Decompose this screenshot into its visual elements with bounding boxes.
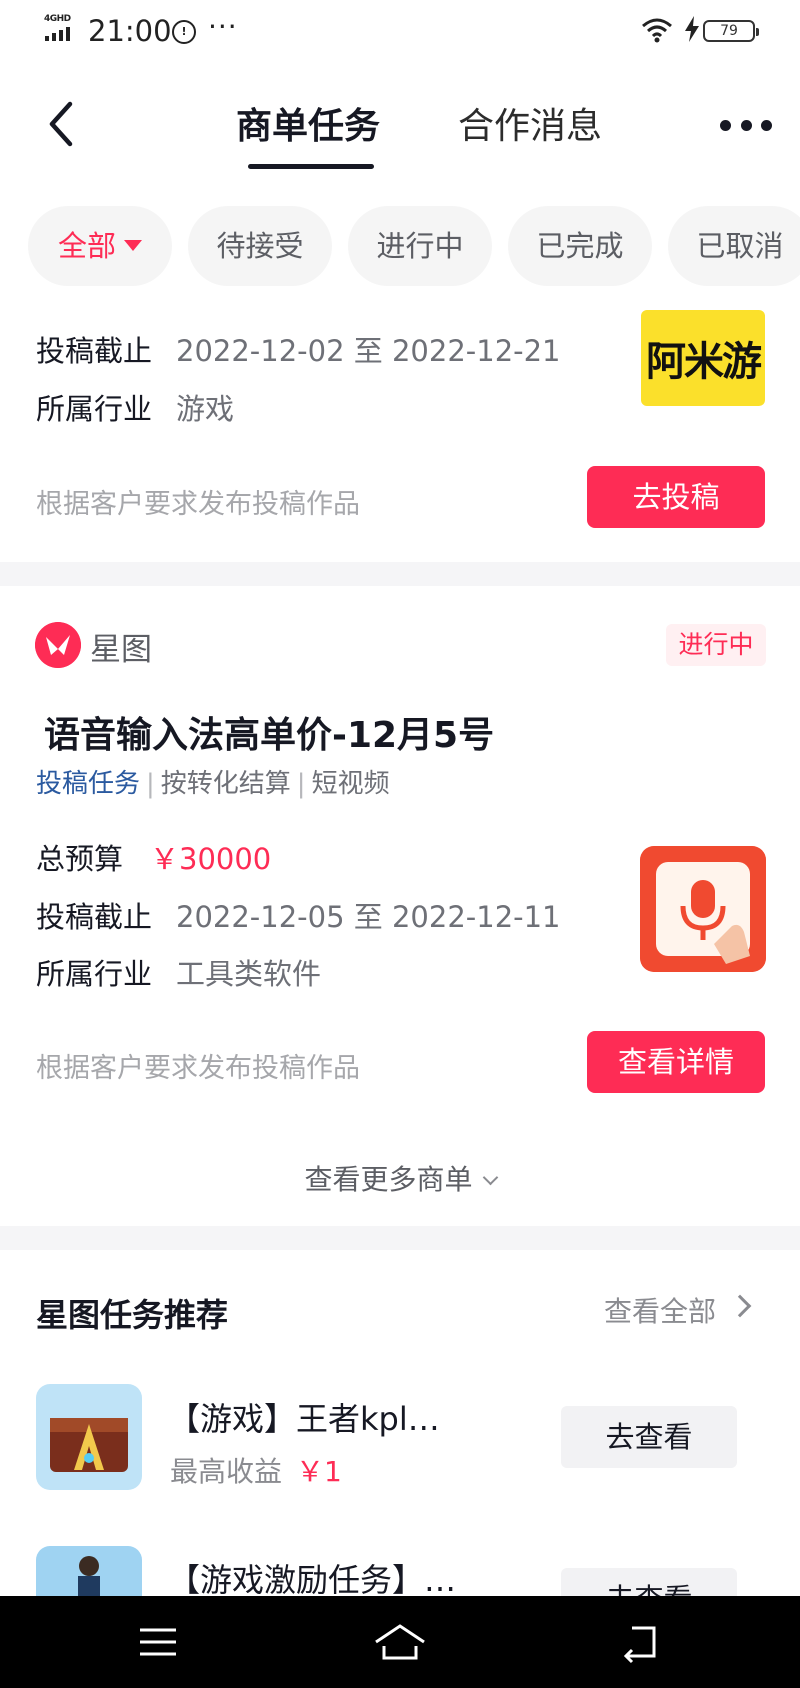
view-all-link[interactable]: 查看全部	[604, 1290, 716, 1330]
status-more-indicator: ···	[208, 10, 238, 43]
rec-item-name: 【游戏激励任务】…	[168, 1561, 457, 1599]
circle-notification-icon: !	[172, 20, 196, 44]
system-navigation-bar	[0, 1596, 800, 1688]
back-arrow-icon[interactable]	[40, 96, 84, 152]
filter-completed[interactable]: 已完成	[508, 206, 652, 286]
game-chest-app-icon	[36, 1384, 142, 1490]
industry-value: 工具类软件	[176, 957, 322, 991]
top-navigation: 商单任务 合作消息	[0, 80, 800, 180]
brand-name: 星图	[90, 632, 152, 668]
view-details-button[interactable]: 查看详情	[587, 1031, 765, 1093]
back-icon[interactable]	[614, 1616, 670, 1668]
submit-button[interactable]: 去投稿	[587, 466, 765, 528]
filter-all[interactable]: 全部	[28, 206, 172, 286]
budget-value: ￥30000	[150, 842, 272, 876]
more-options-icon[interactable]	[720, 110, 772, 140]
deadline-value: 2022-12-02 至 2022-12-21	[176, 334, 561, 368]
submission-hint: 根据客户要求发布投稿作品	[36, 489, 360, 520]
status-badge: 进行中	[666, 624, 766, 666]
filter-pending[interactable]: 待接受	[188, 206, 332, 286]
wifi-icon	[642, 18, 672, 43]
battery-indicator: 79	[703, 20, 759, 42]
filter-all-label: 全部	[57, 229, 116, 263]
rec-item-earnings: 最高收益 ￥1	[170, 1455, 342, 1488]
amiyou-logo: 阿米游	[641, 310, 765, 406]
xingtu-logo-icon	[35, 622, 81, 668]
view-more-orders-link[interactable]: 查看更多商单	[0, 1158, 800, 1198]
industry-label: 所属行业	[36, 392, 153, 426]
tag-submission-task: 投稿任务	[36, 769, 141, 799]
cellular-signal-icon: 4GHD	[44, 14, 78, 44]
chevron-right-icon[interactable]	[728, 1294, 752, 1318]
tag-short-video: 短视频	[311, 769, 390, 799]
active-tab-indicator	[248, 164, 374, 169]
deadline-value: 2022-12-05 至 2022-12-11	[176, 900, 561, 934]
task-title[interactable]: 语音输入法高单价-12月5号	[44, 706, 494, 758]
section-divider	[0, 1226, 800, 1250]
network-type: 4GHD	[44, 14, 71, 24]
view-task-button[interactable]: 去查看	[561, 1406, 737, 1468]
home-icon[interactable]	[372, 1616, 428, 1668]
game-character-app-icon	[36, 1546, 142, 1596]
status-filter-bar: 全部 待接受 进行中 已完成 已取消	[0, 206, 800, 286]
tag-settlement: 按转化结算	[160, 769, 291, 799]
caret-down-icon	[124, 240, 142, 251]
section-divider	[0, 562, 800, 586]
voice-input-app-icon	[640, 846, 766, 972]
tab-cooperation-messages[interactable]: 合作消息	[458, 97, 602, 149]
filter-in-progress[interactable]: 进行中	[348, 206, 492, 286]
deadline-label: 投稿截止	[36, 334, 153, 368]
status-time: 21:00	[88, 14, 172, 48]
tab-business-orders[interactable]: 商单任务	[236, 97, 380, 149]
filter-cancelled[interactable]: 已取消	[668, 206, 800, 286]
submission-hint: 根据客户要求发布投稿作品	[36, 1053, 360, 1084]
chevron-down-icon	[482, 1169, 498, 1186]
view-more-orders-label: 查看更多商单	[304, 1163, 473, 1196]
budget-label: 总预算	[36, 842, 124, 876]
recommend-title: 星图任务推荐	[36, 1296, 229, 1334]
rec-item-name: 【游戏】王者kpl…	[168, 1400, 440, 1438]
industry-value: 游戏	[176, 392, 235, 426]
status-bar: 4GHD 21:00 ! ··· 79	[0, 0, 800, 62]
view-task-button[interactable]: 去查看	[561, 1568, 737, 1596]
deadline-label: 投稿截止	[36, 900, 153, 934]
industry-label: 所属行业	[36, 957, 153, 991]
menu-icon[interactable]	[130, 1616, 186, 1668]
charging-bolt-icon	[685, 16, 699, 42]
task-tags: 投稿任务 | 按转化结算 | 短视频	[36, 769, 390, 799]
